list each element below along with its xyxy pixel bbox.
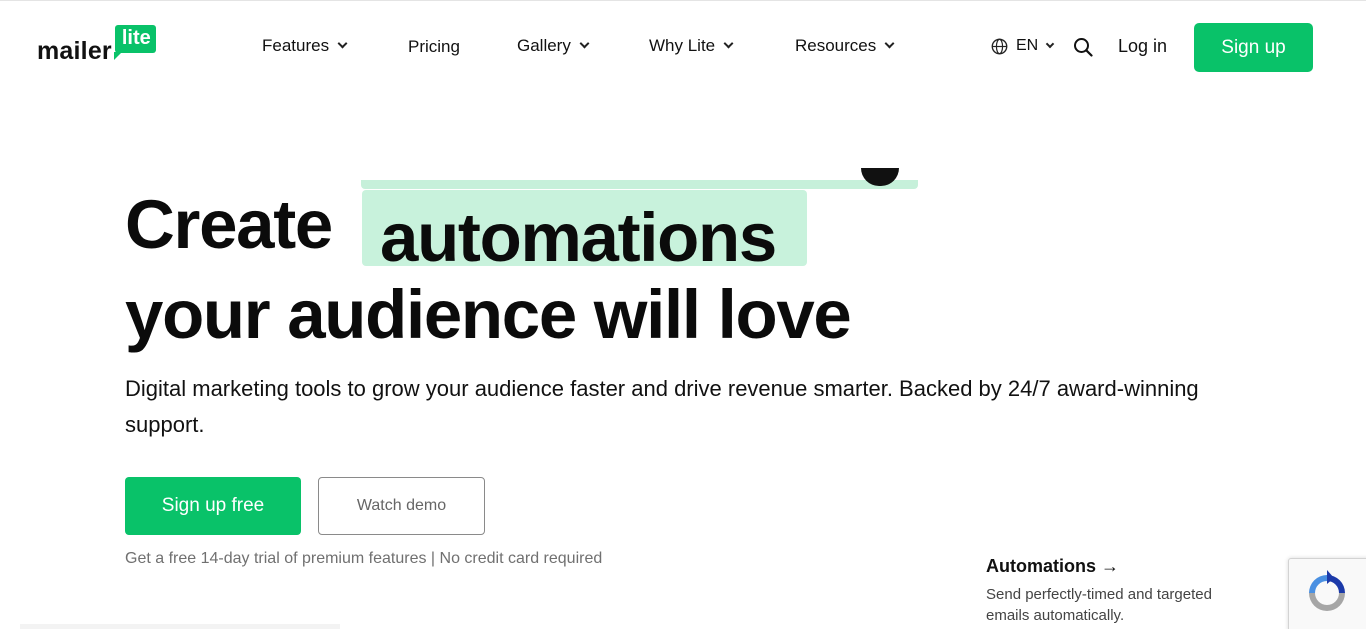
globe-icon <box>991 38 1008 54</box>
recaptcha-icon <box>1309 570 1345 611</box>
watch-demo-button[interactable]: Watch demo <box>318 477 485 535</box>
feature-card-title[interactable]: Automations → <box>986 556 1119 577</box>
recaptcha-badge[interactable] <box>1288 558 1366 629</box>
language-selector[interactable]: EN <box>991 37 1055 55</box>
search-icon[interactable] <box>1073 37 1093 57</box>
nav-item-label: Features <box>262 36 330 55</box>
chevron-down-icon <box>723 38 734 49</box>
login-link[interactable]: Log in <box>1118 36 1167 57</box>
headline-highlight-bar <box>361 180 918 189</box>
mailerlite-logo[interactable]: mailer lite <box>37 25 156 65</box>
nav-item-label: Pricing <box>408 37 460 56</box>
headline-end: your audience will love <box>125 276 852 353</box>
chevron-down-icon <box>884 38 895 49</box>
logo-badge: lite <box>113 25 156 60</box>
nav-item-pricing[interactable]: Pricing <box>408 37 460 57</box>
nav-item-gallery[interactable]: Gallery <box>517 36 590 56</box>
hero-subtitle: Digital marketing tools to grow your aud… <box>125 376 1199 437</box>
chevron-down-icon <box>1045 39 1055 48</box>
headline-start: Create <box>125 186 333 263</box>
nav-item-why-lite[interactable]: Why Lite <box>649 36 734 56</box>
nav-item-resources[interactable]: Resources <box>795 36 895 56</box>
top-border <box>0 0 1366 1</box>
chevron-down-icon <box>337 38 348 49</box>
nav-item-label: Resources <box>795 36 877 55</box>
nav-item-features[interactable]: Features <box>262 36 348 56</box>
headline-highlight: automations <box>380 199 777 276</box>
nav-item-label: Why Lite <box>649 36 716 55</box>
feature-card-description: Send perfectly-timed and targeted emails… <box>986 586 1212 624</box>
bottom-fade <box>20 624 340 629</box>
trial-note: Get a free 14-day trial of premium featu… <box>125 550 603 567</box>
nav-item-label: Gallery <box>517 36 571 55</box>
chevron-down-icon <box>579 38 590 49</box>
language-label: EN <box>1016 37 1039 54</box>
signup-free-button[interactable]: Sign up free <box>125 477 301 535</box>
logo-word: mailer <box>37 37 112 65</box>
signup-button[interactable]: Sign up <box>1194 23 1313 72</box>
